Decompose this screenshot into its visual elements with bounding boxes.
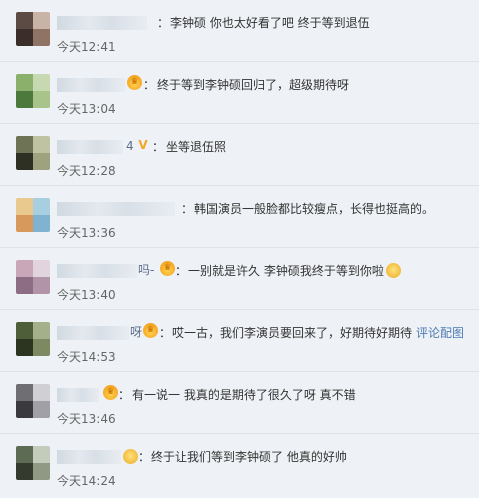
- comment-text: 一别就是许久 李钟硕我终于等到你啦: [188, 262, 401, 280]
- emoji-icon: [385, 263, 401, 278]
- username-suffix[interactable]: 呀: [130, 323, 142, 341]
- comment-text: 哎一古，我们李演员要回来了，好期待好期待 评论配图: [172, 326, 465, 340]
- colon: ：: [118, 388, 131, 402]
- emoji-icon: [123, 449, 138, 464]
- comment-text: 终于等到李钟硕回归了，超级期待呀: [157, 78, 350, 92]
- comment-text: 坐等退伍照: [166, 140, 227, 154]
- comment-item: 4 V ： 坐等退伍照 今天12:28: [0, 124, 479, 186]
- username-blurred[interactable]: [57, 140, 123, 154]
- colon: ：: [138, 450, 151, 464]
- colon: ：: [181, 202, 194, 216]
- crown-badge-icon: ♛: [103, 385, 118, 400]
- comment-time: 今天13:40: [57, 288, 116, 302]
- colon: ：: [157, 16, 170, 30]
- crown-badge-icon: ♛: [143, 323, 158, 338]
- username-suffix[interactable]: 4: [126, 137, 134, 155]
- comment-time: 今天12:28: [57, 164, 116, 178]
- comment-text: 有一说一 我真的是期待了很久了呀 真不错: [132, 388, 356, 402]
- comment-time: 今天13:46: [57, 412, 116, 426]
- avatar[interactable]: [16, 12, 50, 46]
- comment-item: ： 韩国演员一般脸都比较瘦点，长得也挺高的。 今天13:36: [0, 186, 479, 248]
- avatar[interactable]: [16, 136, 50, 170]
- avatar[interactable]: [16, 446, 50, 480]
- avatar[interactable]: [16, 198, 50, 232]
- comment-image-link[interactable]: 评论配图: [416, 326, 464, 340]
- comment-list: ： 李钟硕 你也太好看了吧 终于等到退伍 今天12:41 ♛ ： 终于等到李钟硕…: [0, 0, 479, 498]
- comment-time: 今天13:36: [57, 226, 116, 240]
- comment-text: 李钟硕 你也太好看了吧 终于等到退伍: [170, 16, 370, 30]
- username-blurred[interactable]: [57, 16, 147, 30]
- username-blurred[interactable]: [57, 326, 129, 340]
- avatar[interactable]: [16, 322, 50, 356]
- comment-text: 韩国演员一般脸都比较瘦点，长得也挺高的。: [194, 202, 435, 216]
- comment-time: 今天12:41: [57, 40, 116, 54]
- comment-text: 终于让我们等到李钟硕了 他真的好帅: [151, 450, 347, 464]
- comment-time: 今天13:04: [57, 102, 116, 116]
- comment-time: 今天14:53: [57, 350, 116, 364]
- comment-item: 呀 ♛ ： 哎一古，我们李演员要回来了，好期待好期待 评论配图 今天14:53: [0, 310, 479, 372]
- avatar[interactable]: [16, 260, 50, 294]
- comment-item: 吗- ♛ ： 一别就是许久 李钟硕我终于等到你啦 今天13:40: [0, 248, 479, 310]
- comment-item: ： 李钟硕 你也太好看了吧 终于等到退伍 今天12:41: [0, 0, 479, 62]
- username-blurred[interactable]: [57, 78, 125, 92]
- vip-badge-icon: V: [138, 138, 148, 152]
- avatar[interactable]: [16, 384, 50, 418]
- comment-item: ♛ ： 有一说一 我真的是期待了很久了呀 真不错 今天13:46: [0, 372, 479, 434]
- colon: ：: [143, 78, 156, 92]
- crown-badge-icon: ♛: [127, 75, 142, 90]
- username-suffix[interactable]: 吗-: [138, 261, 154, 279]
- username-blurred[interactable]: [57, 202, 175, 216]
- crown-badge-icon: ♛: [160, 261, 175, 276]
- username-blurred[interactable]: [57, 388, 99, 402]
- comment-item: ♛ ： 终于等到李钟硕回归了，超级期待呀 今天13:04: [0, 62, 479, 124]
- colon: ：: [159, 326, 172, 340]
- avatar[interactable]: [16, 74, 50, 108]
- username-blurred[interactable]: [57, 264, 137, 278]
- colon: ：: [152, 140, 165, 154]
- colon: ：: [175, 264, 188, 278]
- comment-item: ： 终于让我们等到李钟硕了 他真的好帅 今天14:24: [0, 434, 479, 498]
- comment-time: 今天14:24: [57, 474, 116, 488]
- username-blurred[interactable]: [57, 450, 121, 464]
